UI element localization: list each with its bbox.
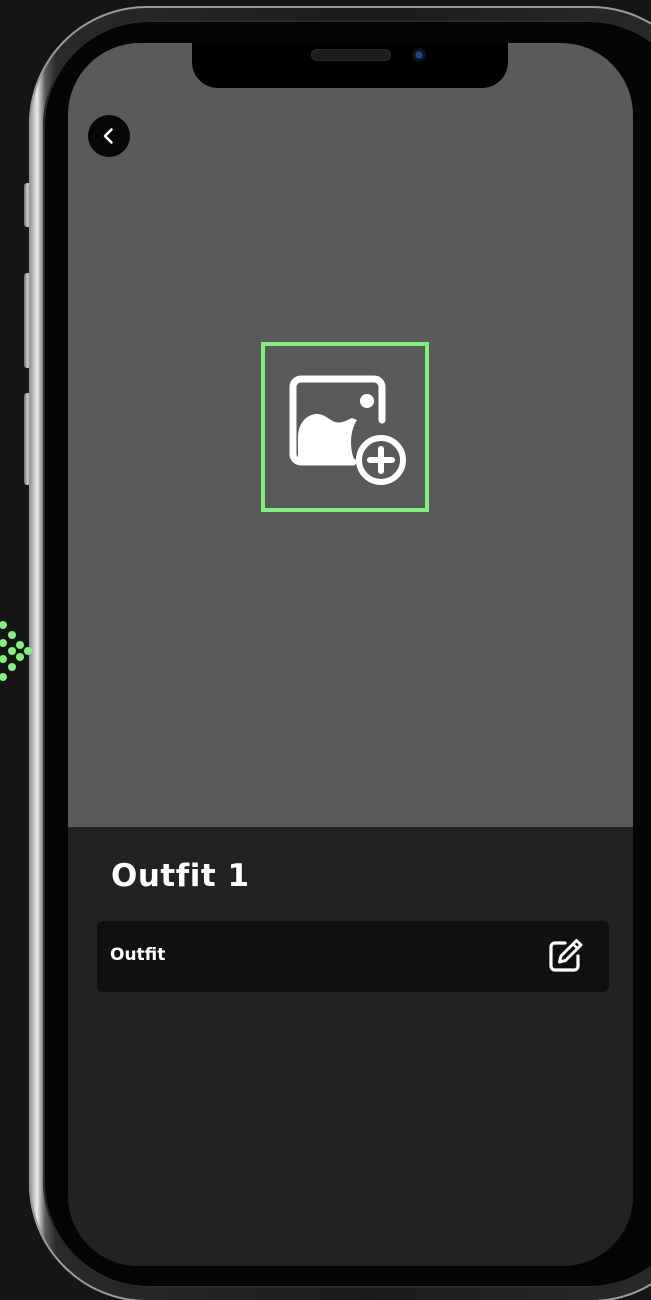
device-notch: [192, 43, 508, 88]
image-add-icon: [289, 375, 406, 485]
app-screen: Outfit 1 Outfit: [68, 43, 633, 1266]
speaker-grille: [311, 49, 391, 61]
outfit-item-label: Outfit: [110, 945, 166, 965]
outfit-item-row[interactable]: Outfit: [97, 921, 609, 992]
edit-icon[interactable]: [545, 936, 585, 976]
device-frame-stage: Outfit 1 Outfit: [0, 0, 651, 1300]
photo-area: [68, 43, 633, 827]
chevron-left-icon: [103, 128, 113, 144]
hotspot-dots: [0, 621, 32, 681]
back-button[interactable]: [88, 115, 130, 157]
front-camera: [412, 48, 426, 62]
details-panel: Outfit 1 Outfit: [68, 827, 633, 1266]
add-photo-button[interactable]: [261, 342, 429, 512]
outfit-title: Outfit 1: [111, 858, 250, 894]
